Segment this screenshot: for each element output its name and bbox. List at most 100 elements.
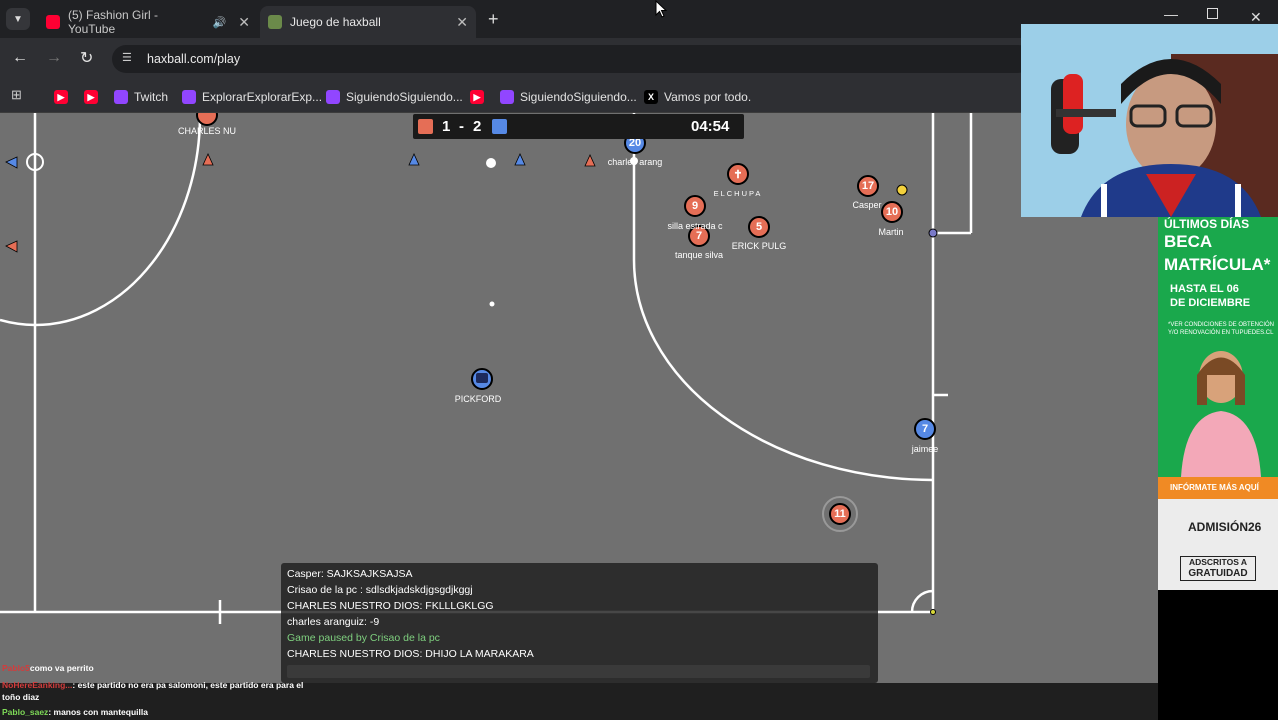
restore-button[interactable] bbox=[1207, 8, 1218, 19]
ad-cta-label: INFÓRMATE MÁS AQUÍ bbox=[1170, 483, 1259, 492]
ad-subline: DE DICIEMBRE bbox=[1170, 297, 1251, 309]
stream-chat-line: NoHereEanking...: este partido no era pa… bbox=[2, 679, 322, 703]
speaker-icon[interactable]: 🔊 bbox=[213, 16, 227, 29]
chat-message: CHARLES NUESTRO DIOS: FKLLLGKLGG bbox=[287, 600, 494, 612]
youtube-icon: ▶ bbox=[84, 90, 98, 104]
stream-chat-text: como va perrito bbox=[29, 663, 94, 673]
scoreboard: 1 - 2 04:54 bbox=[413, 114, 744, 139]
twitch-icon bbox=[500, 90, 514, 104]
bookmark-youtube-1[interactable]: ▶ bbox=[54, 87, 74, 107]
player-name: PICKFORD bbox=[454, 394, 502, 404]
player-number: 5 bbox=[755, 221, 763, 233]
flag-icon bbox=[476, 373, 488, 383]
player-name: Martin bbox=[878, 227, 904, 237]
player-name: tanque silva bbox=[674, 250, 724, 260]
ad-headline: ÚLTIMOS DÍAS bbox=[1164, 217, 1250, 231]
bookmark-label: Twitch bbox=[134, 90, 169, 104]
twitch-icon bbox=[326, 90, 340, 104]
player-number: 9 bbox=[691, 200, 699, 212]
bookmark-label: Vamos por todo. bbox=[664, 90, 752, 104]
ad-badge: ADSCRITOS A GRATUIDAD bbox=[1180, 556, 1256, 581]
bookmark-vamos[interactable]: X Vamos por todo. bbox=[644, 87, 751, 107]
bookmark-twitch[interactable]: Twitch bbox=[114, 87, 168, 107]
ad-cta-button[interactable]: INFÓRMATE MÁS AQUÍ bbox=[1158, 477, 1278, 499]
player-number: 11 bbox=[834, 508, 846, 520]
score-separator: - bbox=[459, 118, 464, 135]
chat-message: charles aranguiz: -9 bbox=[287, 616, 380, 628]
player-number: 17 bbox=[861, 180, 875, 192]
ad-admision: ADMISIÓN26 bbox=[1188, 520, 1262, 534]
stream-chat-user: Pablo5 bbox=[2, 663, 30, 673]
player-number: ✝ bbox=[733, 169, 743, 181]
chat-input[interactable] bbox=[287, 665, 870, 678]
webcam-overlay bbox=[1021, 24, 1278, 217]
youtube-icon bbox=[46, 15, 60, 29]
ad-photo bbox=[1181, 351, 1261, 477]
url-text: haxball.com/play bbox=[147, 52, 241, 66]
youtube-icon: ▶ bbox=[54, 90, 68, 104]
reload-button[interactable]: ↻ bbox=[80, 48, 93, 68]
tab-title: Juego de haxball bbox=[290, 15, 381, 29]
ad-fineprint: *VER CONDICIONES DE OBTENCIÓN Y/O RENOVA… bbox=[1168, 322, 1275, 336]
player-name: ERICK PULG bbox=[731, 241, 787, 251]
mouse-cursor-icon bbox=[655, 0, 667, 18]
player-name: silla estrada c bbox=[667, 221, 723, 231]
bookmark-label: ExplorarExplorarExp... bbox=[202, 90, 323, 104]
stream-chat-user: NoHereEanking... bbox=[2, 680, 73, 690]
bookmark-label: SiguiendoSiguiendo... bbox=[346, 90, 463, 104]
player-name: ELCHUPA bbox=[713, 189, 763, 198]
chevron-down-icon: ▼ bbox=[13, 13, 23, 25]
stream-chat-line: Pablo5como va perrito bbox=[2, 663, 94, 673]
close-icon[interactable]: ✕ bbox=[456, 14, 468, 31]
close-icon[interactable]: ✕ bbox=[238, 14, 250, 31]
stream-chat-text: : manos con mantequilla bbox=[48, 707, 148, 717]
x-icon: X bbox=[644, 90, 658, 104]
ad-headline: BECA bbox=[1164, 232, 1213, 251]
bookmark-siguiendo-2[interactable]: SiguiendoSiguiendo... bbox=[500, 87, 637, 107]
apps-icon[interactable]: ⊞ bbox=[11, 87, 22, 103]
ad-headline: MATRÍCULA* bbox=[1164, 255, 1271, 274]
bookmark-explorar[interactable]: ExplorarExplorarExp... bbox=[182, 87, 322, 107]
stream-chat-line: Pablo_saez: manos con mantequilla bbox=[2, 707, 148, 717]
player-name: jaimee bbox=[911, 444, 939, 454]
site-info-icon[interactable]: ☰ bbox=[122, 51, 132, 64]
chat-notice: Game paused by Crisao de la pc bbox=[287, 632, 440, 644]
player-name: charles arang bbox=[607, 157, 663, 167]
player-number: 7 bbox=[921, 423, 929, 435]
ad-subline: HASTA EL 06 bbox=[1170, 283, 1239, 295]
ad-badge-line: ADSCRITOS A bbox=[1188, 557, 1248, 567]
twitch-icon bbox=[114, 90, 128, 104]
minimize-button[interactable]: — bbox=[1164, 6, 1178, 22]
forward-button[interactable]: → bbox=[46, 49, 62, 67]
player-number: 7 bbox=[695, 230, 703, 242]
advertisement-banner[interactable]: ÚLTIMOS DÍAS BECA MATRÍCULA* HASTA EL 06… bbox=[1158, 217, 1278, 590]
score-red: 1 bbox=[442, 118, 451, 135]
webcam-image bbox=[1021, 24, 1278, 217]
chat-message: CHARLES NUESTRO DIOS: DHIJO LA MARAKARA bbox=[287, 648, 534, 660]
stream-chat-user: Pablo_saez bbox=[2, 707, 49, 717]
bookmark-siguiendo-1[interactable]: SiguiendoSiguiendo... bbox=[326, 87, 463, 107]
match-timer: 04:54 bbox=[691, 118, 730, 135]
blue-team-swatch bbox=[492, 119, 507, 134]
address-bar[interactable]: ☰ haxball.com/play bbox=[112, 45, 1032, 73]
chat-message: Crisao de la pc : sdlsdkjadskdjgsgdjkggj bbox=[287, 584, 473, 596]
bookmark-label: SiguiendoSiguiendo... bbox=[520, 90, 637, 104]
ad-filler bbox=[1158, 590, 1278, 720]
player-name: CHARLES NU bbox=[177, 126, 236, 136]
red-team-swatch bbox=[418, 119, 433, 134]
tab-title: (5) Fashion Girl - YouTube bbox=[68, 8, 159, 36]
ad-badge-line: GRATUIDAD bbox=[1188, 568, 1248, 579]
tab-haxball[interactable]: Juego de haxball ✕ bbox=[260, 6, 476, 38]
tab-search-button[interactable]: ▼ bbox=[6, 8, 30, 30]
back-button[interactable]: ← bbox=[12, 49, 28, 67]
twitch-icon bbox=[182, 90, 196, 104]
player-name: Casper bbox=[852, 200, 882, 210]
youtube-icon: ▶ bbox=[470, 90, 484, 104]
score-blue: 2 bbox=[473, 118, 482, 135]
haxball-icon bbox=[268, 15, 282, 29]
tab-youtube[interactable]: (5) Fashion Girl - YouTube 🔊 ✕ bbox=[38, 6, 258, 38]
bookmark-youtube-3[interactable]: ▶ bbox=[470, 87, 490, 107]
new-tab-button[interactable]: + bbox=[488, 9, 499, 30]
bookmark-youtube-2[interactable]: ▶ bbox=[84, 87, 104, 107]
chat-message: Casper: SAJKSAJKSAJSA bbox=[287, 568, 413, 580]
